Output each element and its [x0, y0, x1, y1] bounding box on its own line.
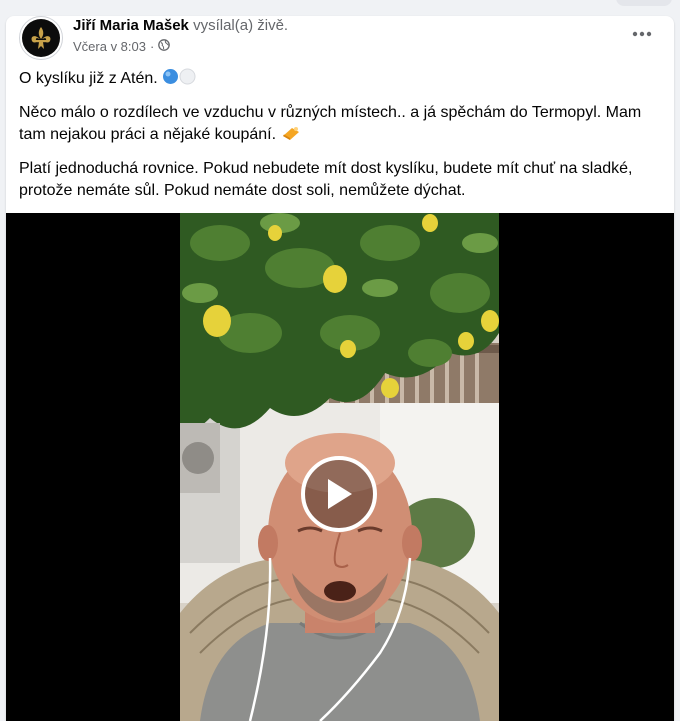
globe-icon[interactable]: [158, 38, 171, 56]
post-paragraph: O kyslíku již z Atén.: [19, 68, 659, 92]
video-frame: [180, 213, 499, 721]
more-options-button[interactable]: [628, 24, 656, 44]
avatar[interactable]: [19, 16, 63, 60]
post-header: Jiří Maria Mašek vysílal(a) živě. Včera …: [6, 16, 674, 66]
post-action-text: vysílal(a) živě.: [193, 17, 289, 34]
post-paragraph-text: Platí jednoduchá rovnice. Pokud nebudete…: [19, 160, 633, 199]
meta-separator: ·: [150, 39, 155, 54]
author-line: Jiří Maria Mašek vysílal(a) živě.: [73, 16, 288, 36]
post-paragraph-text: Něco málo o rozdílech ve vzduchu v různý…: [19, 104, 642, 143]
post-paragraph: Platí jednoduchá rovnice. Pokud nebudete…: [19, 158, 659, 202]
play-icon: [328, 479, 352, 509]
top-pill-button[interactable]: [616, 0, 672, 6]
post-meta: Včera v 8:03 ·: [73, 38, 171, 56]
post-text: O kyslíku již z Atén. Něco málo o rozdíl…: [19, 68, 659, 212]
timestamp-link[interactable]: Včera v 8:03: [73, 38, 146, 56]
play-button[interactable]: [301, 456, 377, 532]
post-paragraph: Něco málo o rozdílech ve vzduchu v různý…: [19, 102, 659, 148]
fleur-de-lis-logo: [22, 19, 60, 57]
video-player[interactable]: [6, 213, 674, 721]
author-name-link[interactable]: Jiří Maria Mašek: [73, 17, 189, 34]
blue-circle-emoji: [162, 68, 179, 92]
top-strip: [0, 0, 680, 16]
soap-emoji: [281, 125, 301, 148]
more-dots-icon: [632, 31, 652, 37]
post-card: Jiří Maria Mašek vysílal(a) živě. Včera …: [6, 16, 674, 721]
white-circle-emoji: [179, 68, 196, 92]
post-paragraph-text: O kyslíku již z Atén.: [19, 70, 158, 87]
